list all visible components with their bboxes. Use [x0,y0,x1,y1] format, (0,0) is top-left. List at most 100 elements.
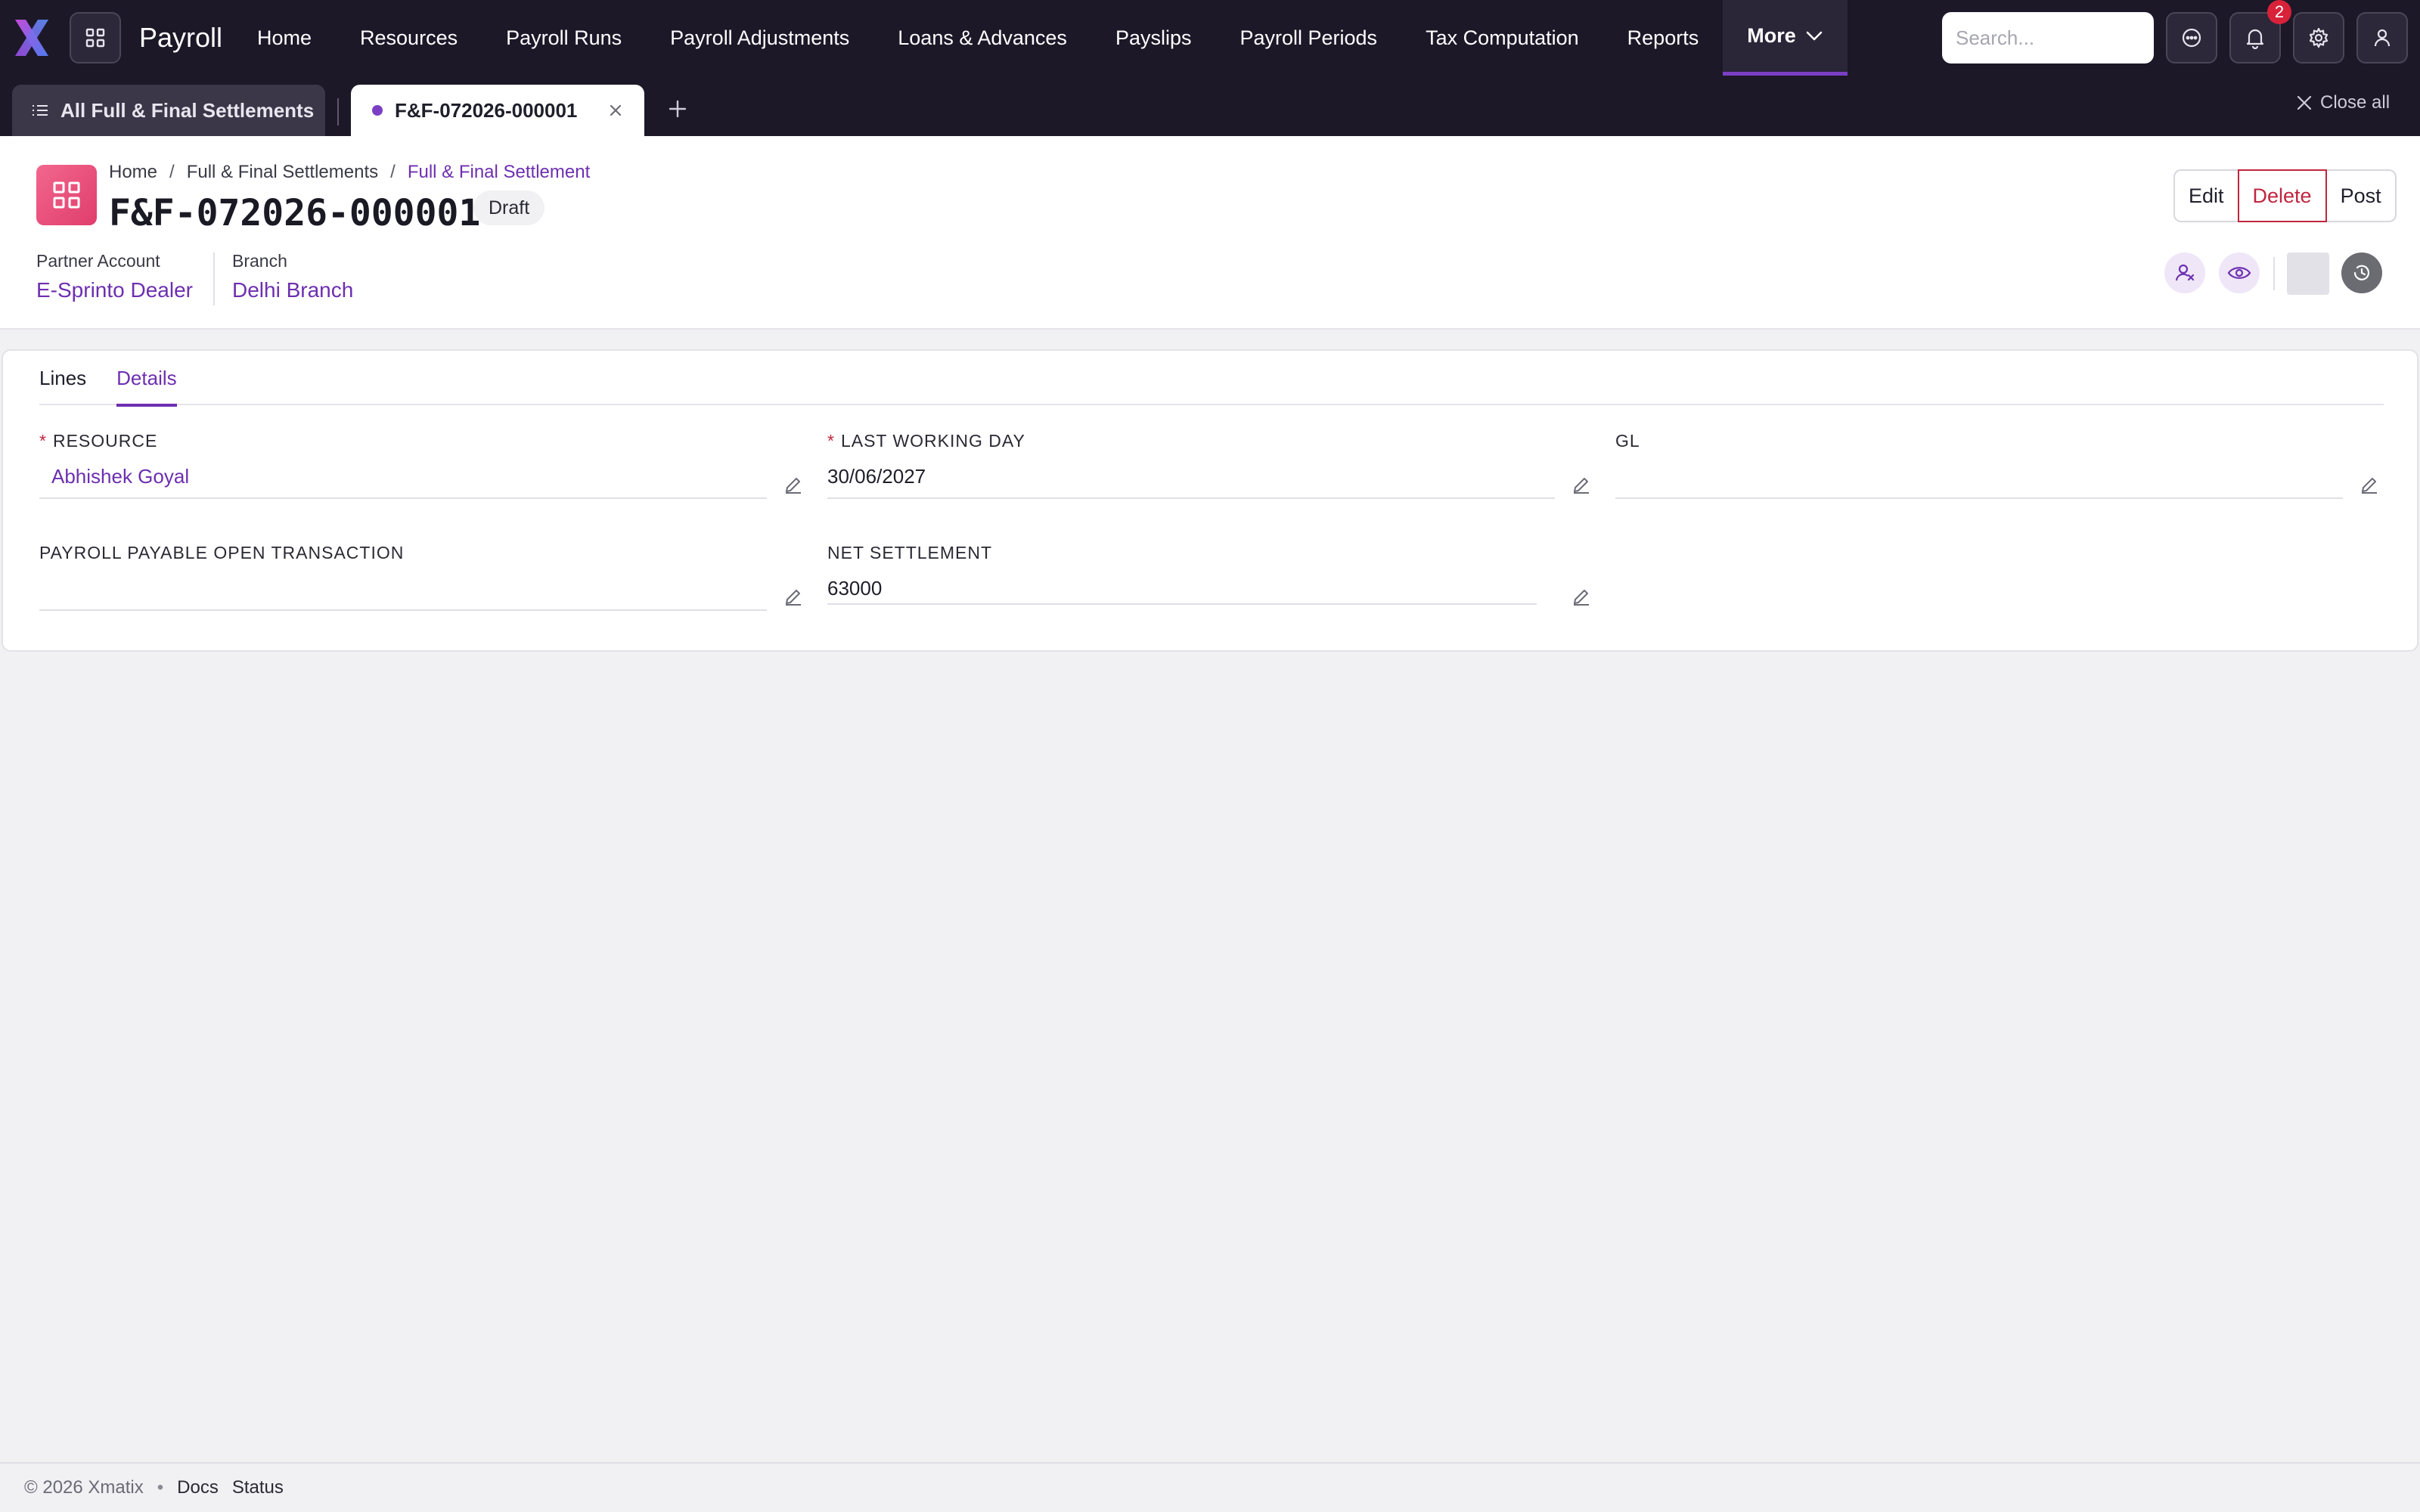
payroll-payable-label: Payroll Payable Open Transaction [39,543,405,562]
clock-history-icon [2353,265,2370,280]
delete-button[interactable]: Delete [2237,169,2327,222]
assign-users-button[interactable] [2164,253,2205,293]
global-search [1942,12,2154,64]
nav-more-label: More [1747,24,1796,47]
pencil-edit-icon[interactable] [783,475,803,494]
branch-label: Branch [232,251,287,271]
branch-link[interactable]: Delhi Branch [232,275,353,305]
breadcrumb-separator: / [169,162,175,182]
field-underline [1615,497,2343,499]
content-tabs: Lines Details [39,351,2384,407]
pencil-edit-icon[interactable] [1571,587,1591,606]
tab-all-full-final-settlements[interactable]: All Full & Final Settlements [12,85,325,136]
payroll-payable-field: Payroll Payable Open Transaction [39,541,806,611]
last-working-day-field: * Last Working Day 30/06/2027 [827,429,1594,499]
close-all-label: Close all [2320,92,2391,113]
status-badge: Draft [473,191,545,225]
breadcrumb: Home / Full & Final Settlements / Full &… [109,162,590,183]
field-underline [827,497,1555,499]
nav-item-loans-advances[interactable]: Loans & Advances [873,0,1091,76]
resource-label: Resource [52,431,158,451]
partner-account-link[interactable]: E-Sprinto Dealer [36,275,193,305]
required-asterisk: * [39,431,47,451]
document-type-icon [36,165,97,225]
pencil-edit-icon[interactable] [2360,475,2379,494]
unsaved-dot-icon [372,105,383,116]
field-underline [827,603,1537,605]
breadcrumb-separator: / [390,162,396,182]
nav-item-payroll-adjustments[interactable]: Payroll Adjustments [646,0,873,76]
breadcrumb-current[interactable]: Full & Final Settlement [408,162,590,183]
partner-account-label: Partner Account [36,251,160,271]
tab-current-label: F&F-072026-000001 [395,98,578,122]
pencil-edit-icon[interactable] [1571,475,1591,494]
nav-item-more[interactable]: More [1723,0,1848,76]
resource-field: * Resource Abhishek Goyal [39,429,806,499]
close-all-tabs-button[interactable]: Close all [2296,92,2390,113]
watch-button[interactable] [2219,253,2260,293]
gl-label: GL [1615,431,1640,451]
app-launcher-button[interactable] [70,12,121,64]
copyright-text: © 2026 Xmatix [24,1477,144,1498]
history-button[interactable] [2341,253,2382,293]
gl-field: GL [1615,429,2382,499]
user-profile-button[interactable] [2356,12,2408,64]
document-tab-strip: All Full & Final Settlements F&F-072026-… [0,76,2420,136]
tab-lines[interactable]: Lines [39,351,86,405]
branch-meta: Branch Delhi Branch [232,249,353,305]
chat-bubble-icon [2182,28,2201,48]
breadcrumb-parent[interactable]: Full & Final Settlements [187,162,378,183]
list-icon [33,105,48,116]
resource-value[interactable]: Abhishek Goyal [39,463,189,490]
net-settlement-value[interactable]: 63000 [827,575,882,602]
settings-button[interactable] [2293,12,2344,64]
xmatix-logo-icon[interactable] [11,17,53,59]
eye-icon [2227,267,2251,279]
footer-docs-link[interactable]: Docs [177,1477,219,1498]
required-asterisk: * [827,431,835,451]
document-header: Home / Full & Final Settlements / Full &… [0,136,2420,330]
top-navigation-bar: Payroll Home Resources Payroll Runs Payr… [0,0,2420,76]
breadcrumb-home[interactable]: Home [109,162,157,183]
field-underline [39,609,767,611]
grid-icon [53,181,80,209]
post-button[interactable]: Post [2326,169,2397,222]
pencil-edit-icon[interactable] [783,587,803,606]
page-title: F&F-072026-000001 [109,192,481,234]
tab-details[interactable]: Details [116,351,178,407]
last-working-day-label: Last Working Day [840,431,1025,451]
tab-current-document[interactable]: F&F-072026-000001 [351,85,644,136]
nav-item-reports[interactable]: Reports [1603,0,1723,76]
nav-item-payslips[interactable]: Payslips [1091,0,1216,76]
field-underline [39,497,767,499]
edit-button[interactable]: Edit [2173,169,2238,222]
document-actions: Edit Delete Post [2173,169,2397,222]
users-icon [2175,264,2195,281]
nav-item-payroll-periods[interactable]: Payroll Periods [1215,0,1401,76]
net-settlement-label: Net Settlement [827,543,993,562]
meta-divider [213,253,215,305]
partner-account-meta: Partner Account E-Sprinto Dealer [36,249,193,305]
nav-item-home[interactable]: Home [233,0,336,76]
app-title: Payroll [139,22,223,53]
notification-count-badge: 2 [2267,0,2291,24]
footer-status-link[interactable]: Status [232,1477,284,1498]
close-icon[interactable] [607,101,625,119]
search-input[interactable] [1942,12,2154,64]
nav-item-resources[interactable]: Resources [336,0,482,76]
nav-item-payroll-runs[interactable]: Payroll Runs [482,0,646,76]
net-settlement-field: Net Settlement 63000 [827,541,1594,606]
chat-button[interactable] [2166,12,2217,64]
last-working-day-value[interactable]: 30/06/2027 [827,463,926,490]
page-footer: © 2026 Xmatix • Docs Status [0,1462,2420,1512]
color-swatch[interactable] [2287,253,2329,295]
tab-divider [337,98,339,125]
details-card: Lines Details * Resource Abhishek Goyal *… [2,349,2418,652]
nav-item-tax-computation[interactable]: Tax Computation [1401,0,1603,76]
main-nav: Home Resources Payroll Runs Payroll Adju… [233,0,1848,76]
tab-list-label: All Full & Final Settlements [60,98,315,122]
close-icon [2297,95,2312,110]
add-tab-plus-icon[interactable] [666,97,690,121]
footer-separator: • [157,1477,164,1498]
gear-icon [2309,27,2328,48]
